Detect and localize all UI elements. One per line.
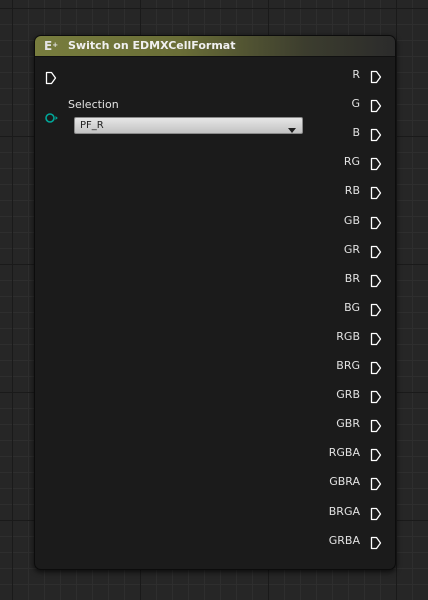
exec-pin-icon[interactable] — [370, 127, 382, 146]
output-pin-row[interactable]: R — [275, 66, 395, 86]
exec-pin-icon[interactable] — [370, 535, 382, 554]
exec-input-pin[interactable] — [45, 70, 57, 89]
output-pin-label: G — [351, 97, 360, 111]
output-pin-row[interactable]: B — [275, 124, 395, 144]
output-pin-label: GBR — [336, 417, 360, 431]
exec-pin-icon[interactable] — [370, 389, 382, 408]
exec-pin-icon[interactable] — [370, 273, 382, 292]
output-pin-label: RG — [343, 155, 360, 169]
exec-pin-icon[interactable] — [370, 156, 382, 175]
exec-pin-icon[interactable] — [370, 215, 382, 234]
output-pin-row[interactable]: GRBA — [275, 532, 395, 552]
exec-pin-icon[interactable] — [370, 98, 382, 117]
exec-pin-icon[interactable] — [370, 302, 382, 321]
node-title: Switch on EDMXCellFormat — [68, 39, 236, 52]
output-pin-row[interactable]: BRGA — [275, 503, 395, 523]
output-pin-row[interactable]: RGB — [275, 328, 395, 348]
output-pin-label: GR — [343, 242, 360, 256]
exec-pin-icon[interactable] — [370, 447, 382, 466]
exec-pin-icon[interactable] — [370, 506, 382, 525]
output-pin-label: RGBA — [328, 446, 360, 460]
exec-pin-icon — [45, 71, 57, 85]
exec-pin-icon[interactable] — [370, 185, 382, 204]
output-pin-label: BG — [344, 300, 360, 314]
output-pin-row[interactable]: GRB — [275, 386, 395, 406]
output-pin-row[interactable]: BRG — [275, 357, 395, 377]
selection-dropdown[interactable]: PF_R — [74, 117, 303, 134]
exec-pin-icon[interactable] — [370, 476, 382, 495]
switch-function-icon: E+ — [44, 39, 59, 53]
output-pin-row[interactable]: GB — [275, 212, 395, 232]
output-pin-label: BRG — [336, 359, 360, 372]
exec-pin-icon[interactable] — [370, 360, 382, 379]
switch-node[interactable]: E+ Switch on EDMXCellFormat Selection PF… — [34, 35, 396, 570]
exec-pin-icon[interactable] — [370, 244, 382, 263]
output-pin-label: BR — [344, 271, 360, 285]
output-pin-row[interactable]: G — [275, 95, 395, 115]
output-pin-label: RB — [344, 184, 360, 198]
output-pin-label: GB — [343, 213, 360, 227]
output-pin-label: B — [352, 126, 360, 140]
selection-label: Selection — [68, 98, 119, 111]
selection-value: PF_R — [80, 120, 104, 131]
output-pin-label: BRGA — [328, 504, 360, 518]
output-pin-row[interactable]: GBRA — [275, 473, 395, 493]
exec-pin-icon[interactable] — [370, 331, 382, 350]
output-pin-row[interactable]: GR — [275, 241, 395, 261]
output-pin-row[interactable]: RGBA — [275, 444, 395, 464]
output-pin-label: R — [352, 68, 360, 81]
output-pin-row[interactable]: RG — [275, 153, 395, 173]
output-pin-row[interactable]: GBR — [275, 415, 395, 435]
exec-pin-icon[interactable] — [370, 418, 382, 437]
output-pin-row[interactable]: BG — [275, 299, 395, 319]
output-pin-label: GBRA — [329, 475, 360, 489]
exec-pin-icon[interactable] — [370, 69, 382, 88]
output-pin-row[interactable]: BR — [275, 270, 395, 290]
output-pin-label: GRBA — [328, 533, 360, 547]
output-pin-row[interactable]: RB — [275, 182, 395, 202]
selection-input-pin[interactable] — [45, 109, 59, 128]
output-pin-label: GRB — [336, 388, 360, 402]
output-pin-label: RGB — [336, 329, 360, 343]
enum-pin-icon — [45, 113, 58, 123]
node-header[interactable]: E+ Switch on EDMXCellFormat — [35, 36, 395, 57]
